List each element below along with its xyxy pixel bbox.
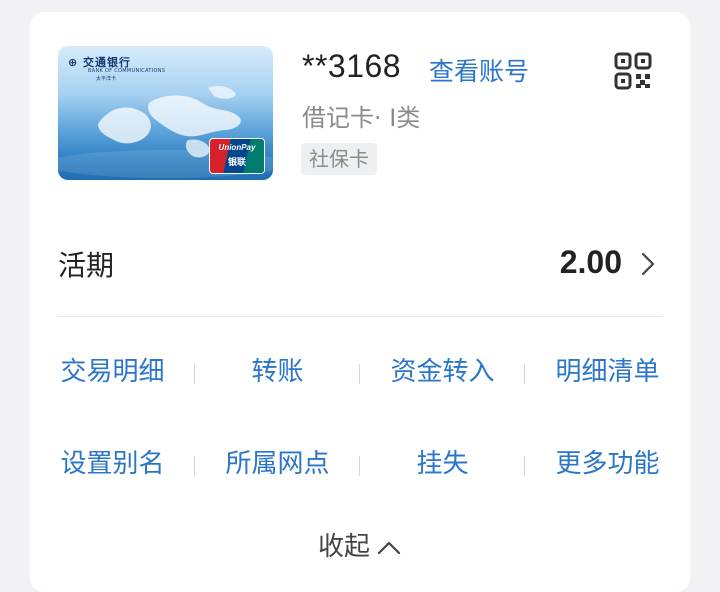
balance-amount: 2.00 — [559, 244, 622, 280]
set-alias-button[interactable]: 设置别名 — [30, 444, 195, 484]
home-branch-button[interactable]: 所属网点 — [195, 444, 360, 484]
masked-account-number: **3168 — [302, 48, 402, 84]
transfer-button[interactable]: 转账 — [195, 352, 360, 392]
statement-list-button[interactable]: 明细清单 — [525, 352, 690, 392]
chevron-up-icon — [377, 541, 401, 554]
bank-name-en: BANK OF COMMUNICATIONS — [88, 68, 166, 74]
bank-card-image[interactable]: ⊕ 交通银行 BANK OF COMMUNICATIONS 太平洋卡 Union… — [58, 46, 273, 180]
divider — [58, 316, 662, 317]
unionpay-cn-text: 银联 — [227, 158, 246, 168]
current-deposit-row[interactable]: 活期 2.00 — [58, 240, 662, 290]
report-loss-button[interactable]: 挂失 — [360, 444, 525, 484]
current-deposit-label: 活期 — [58, 249, 115, 282]
account-card-panel: ⊕ 交通银行 BANK OF COMMUNICATIONS 太平洋卡 Union… — [30, 12, 690, 592]
qr-code-icon[interactable] — [614, 52, 652, 90]
card-product-name: 太平洋卡 — [96, 76, 117, 82]
social-security-tag: 社保卡 — [301, 143, 377, 175]
card-type-label: 借记卡· Ⅰ类 — [302, 104, 421, 132]
fund-transfer-in-button[interactable]: 资金转入 — [360, 352, 525, 392]
more-functions-button[interactable]: 更多功能 — [525, 444, 690, 484]
action-row-2: 设置别名 所属网点 挂失 更多功能 — [30, 444, 690, 484]
view-account-number-link[interactable]: 查看账号 — [429, 52, 529, 88]
unionpay-logo: UnionPay 银联 — [209, 138, 265, 174]
unionpay-text: UnionPay — [218, 143, 256, 152]
collapse-button[interactable]: 收起 — [30, 526, 690, 563]
transaction-details-button[interactable]: 交易明细 — [30, 352, 195, 392]
action-row-1: 交易明细 转账 资金转入 明细清单 — [30, 352, 690, 392]
bank-logo-icon: ⊕ — [68, 56, 84, 69]
chevron-right-icon — [641, 252, 655, 276]
collapse-label: 收起 — [317, 532, 370, 562]
